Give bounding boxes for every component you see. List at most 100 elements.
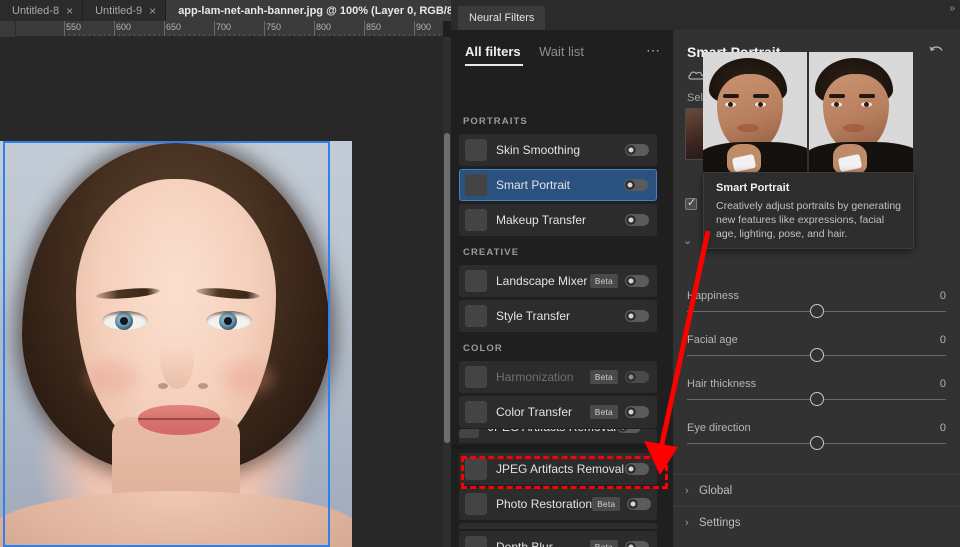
- filter-name-label: Skin Smoothing: [496, 143, 580, 157]
- filter-row[interactable]: Smart Portrait: [459, 169, 657, 201]
- filter-toggle[interactable]: [624, 179, 648, 191]
- filter-list[interactable]: PORTRAITSSkin SmoothingSmart PortraitMak…: [451, 76, 673, 547]
- close-icon[interactable]: ×: [149, 5, 156, 17]
- filter-toggle[interactable]: [625, 406, 649, 418]
- filter-toggle[interactable]: [625, 144, 649, 156]
- slider-thumb[interactable]: [810, 304, 824, 318]
- filter-section-heading: COLOR: [463, 343, 503, 354]
- chevron-down-icon[interactable]: ⌄: [683, 234, 692, 247]
- canvas-image: [0, 141, 352, 547]
- beta-badge: Beta: [590, 274, 618, 288]
- ruler-label: 700: [214, 22, 231, 32]
- accordion-global[interactable]: ›Global: [673, 474, 960, 506]
- tab-all-filters[interactable]: All filters: [465, 44, 521, 59]
- toggle-knob: [626, 542, 636, 547]
- scroll-seam: [451, 445, 673, 449]
- document-tab-label: app-lam-net-anh-banner.jpg @ 100% (Layer…: [178, 5, 470, 17]
- beta-badge: Beta: [590, 405, 618, 419]
- filter-thumbnail-icon: [465, 458, 487, 480]
- filter-name-label: Landscape Mixer: [496, 274, 587, 288]
- preview-lips: [737, 124, 759, 132]
- filter-name-label: JPEG Artifacts Removal: [496, 462, 624, 476]
- preview-pupil-right: [864, 102, 869, 107]
- preview-eyebrow-right: [753, 94, 769, 98]
- accordion-label: Settings: [699, 517, 741, 529]
- slider-facial-age[interactable]: Facial age0: [673, 334, 960, 378]
- document-tab-active[interactable]: app-lam-net-anh-banner.jpg @ 100% (Layer…: [166, 0, 494, 21]
- filter-thumbnail-icon: [465, 401, 487, 423]
- preview-thumbnail-after[interactable]: [809, 52, 913, 173]
- document-tab-label: Untitled-9: [95, 5, 142, 17]
- tooltip-title: Smart Portrait: [716, 182, 901, 194]
- filter-row[interactable]: Color TransferBeta: [459, 396, 657, 428]
- filter-toggle[interactable]: [625, 541, 649, 547]
- slider-eye-direction[interactable]: Eye direction0: [673, 422, 960, 466]
- close-icon[interactable]: ×: [66, 5, 73, 17]
- beta-badge: Beta: [592, 497, 620, 511]
- preview-eyebrow-left: [723, 94, 739, 98]
- filter-row[interactable]: Style Transfer: [459, 300, 657, 332]
- filter-toggle[interactable]: [625, 275, 649, 287]
- filter-toggle[interactable]: [625, 214, 649, 226]
- filter-row[interactable]: JPEG Artifacts Removal: [459, 453, 657, 485]
- horizontal-ruler[interactable]: 55060065070075080085090095010001050: [0, 21, 443, 37]
- ruler-label: 650: [164, 22, 181, 32]
- filter-row[interactable]: JPEG Artifacts Removal: [459, 429, 649, 443]
- preview-eye-right: [861, 102, 872, 107]
- preview-eyebrow-left: [829, 94, 845, 98]
- toggle-knob: [626, 276, 636, 286]
- filter-toggle[interactable]: [625, 463, 649, 475]
- scrollbar-thumb[interactable]: [444, 133, 450, 443]
- slider-hair-thickness[interactable]: Hair thickness0: [673, 378, 960, 422]
- slider-label: Eye direction: [687, 422, 751, 434]
- slider-happiness[interactable]: Happiness0: [673, 290, 960, 334]
- slider-thumb[interactable]: [810, 348, 824, 362]
- filter-row-partial: [459, 523, 657, 529]
- ruler-label: 900: [414, 22, 431, 32]
- filter-row-partial[interactable]: JPEG Artifacts Removal: [459, 429, 657, 443]
- expand-panel-icon[interactable]: »: [949, 3, 955, 14]
- canvas-area[interactable]: [0, 37, 443, 547]
- document-tab-label: Untitled-8: [12, 5, 59, 17]
- slider-thumb[interactable]: [810, 436, 824, 450]
- preview-thumbnail-before[interactable]: [703, 52, 807, 173]
- filter-toggle[interactable]: [627, 498, 651, 510]
- filter-row[interactable]: HarmonizationBeta: [459, 361, 657, 393]
- enable-filter-checkbox[interactable]: [685, 198, 697, 210]
- accordion-settings[interactable]: ›Settings: [673, 506, 960, 538]
- slider-value: 0: [940, 334, 946, 346]
- tab-neural-filters[interactable]: Neural Filters: [458, 6, 545, 30]
- tab-wait-list[interactable]: Wait list: [539, 44, 584, 59]
- filter-name-label: Harmonization: [496, 370, 573, 384]
- ruler-label: 800: [314, 22, 331, 32]
- reset-arrow-icon[interactable]: [928, 44, 946, 60]
- filter-name-label: Makeup Transfer: [496, 213, 586, 227]
- filter-toggle[interactable]: [625, 371, 649, 383]
- photoshop-window: Untitled-8 × Untitled-9 × app-lam-net-an…: [0, 0, 960, 547]
- filter-thumbnail-icon: [459, 429, 479, 438]
- filter-thumbnail-icon: [465, 209, 487, 231]
- filter-list-scrollbar[interactable]: [443, 37, 451, 547]
- slider-thumb[interactable]: [810, 392, 824, 406]
- selection-bounding-box[interactable]: [3, 141, 330, 547]
- filter-toggle[interactable]: [625, 310, 649, 322]
- ruler-ticks: 55060065070075080085090095010001050: [0, 21, 443, 37]
- filter-row[interactable]: Makeup Transfer: [459, 204, 657, 236]
- toggle-knob: [626, 215, 636, 225]
- filter-name-label: Depth Blur: [496, 540, 553, 547]
- document-tab-untitled-8[interactable]: Untitled-8 ×: [0, 0, 83, 21]
- toggle-knob: [626, 145, 636, 155]
- toggle-knob: [618, 429, 628, 432]
- filter-thumbnail-icon: [465, 536, 487, 547]
- filter-section-heading: CREATIVE: [463, 247, 519, 258]
- filter-list-column: All filters Wait list ⋯ PORTRAITSSkin Sm…: [451, 30, 673, 547]
- overflow-menu-icon[interactable]: ⋯: [646, 44, 661, 56]
- filter-row[interactable]: Photo RestorationBeta: [459, 488, 657, 520]
- toggle-knob: [626, 407, 636, 417]
- filter-row[interactable]: Landscape MixerBeta: [459, 265, 657, 297]
- filter-row[interactable]: Skin Smoothing: [459, 134, 657, 166]
- filter-row[interactable]: Depth BlurBeta: [459, 531, 657, 547]
- toggle-knob: [626, 464, 636, 474]
- filter-toggle[interactable]: [617, 429, 641, 433]
- document-tab-untitled-9[interactable]: Untitled-9 ×: [83, 0, 166, 21]
